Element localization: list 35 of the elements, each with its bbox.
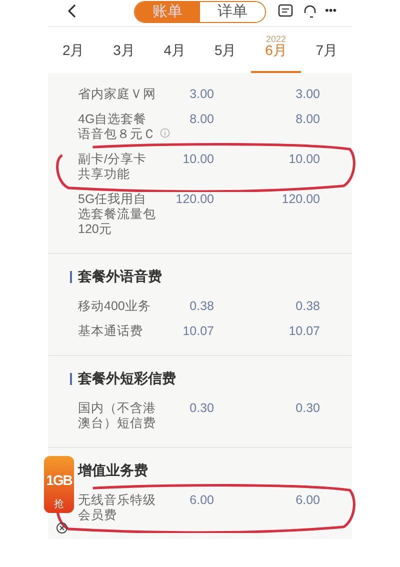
amount: 0.38 [294, 299, 320, 314]
item-name: 移动400业务 [78, 299, 151, 313]
item-name: 5G任我用自 选套餐流量包 120元 [78, 192, 156, 236]
amount: 8.00 [188, 112, 214, 127]
section-title: 套餐外短彩信费 [78, 369, 176, 388]
item-name: 国内（不含港 澳台）短信费 [78, 401, 156, 430]
amount: 6.00 [188, 493, 214, 508]
item-name: 基本通话费 [78, 324, 143, 338]
amount: 10.00 [182, 152, 214, 167]
month-tab[interactable]: 7月 [301, 27, 352, 73]
month-tab[interactable]: 5月 [200, 27, 251, 73]
item-name: 无线音乐特级 会员费 [78, 493, 156, 522]
item-name: 副卡/分享卡 共享功能 [78, 152, 146, 181]
amount: 3.00 [188, 87, 214, 102]
more-button[interactable]: ••• [325, 3, 337, 20]
section-title: 增值业务费 [78, 461, 148, 480]
amount: 0.30 [188, 401, 214, 416]
amount: 10.00 [288, 152, 320, 167]
amount: 120.00 [280, 192, 320, 207]
amount: 120.00 [174, 192, 214, 207]
amount: 3.00 [294, 87, 320, 102]
amount: 10.07 [288, 324, 320, 339]
month-tab[interactable]: 4月 [149, 27, 200, 73]
item-name: 省内家庭Ｖ网 [78, 87, 156, 101]
amount: 6.00 [294, 493, 320, 508]
section-title: 套餐外语音费 [78, 267, 162, 286]
amount: 0.30 [294, 401, 320, 416]
month-tab[interactable]: 2月 [48, 27, 99, 73]
promo-badge[interactable]: 1GB 抢 [44, 456, 74, 513]
month-tab[interactable]: 3月 [98, 27, 150, 73]
year-label: 2022 [266, 33, 286, 44]
item-name: 4G自选套餐 语音包８元Ｃ [78, 112, 156, 141]
amount: 8.00 [294, 112, 320, 127]
amount: 10.07 [182, 324, 214, 339]
amount: 0.38 [188, 299, 214, 314]
